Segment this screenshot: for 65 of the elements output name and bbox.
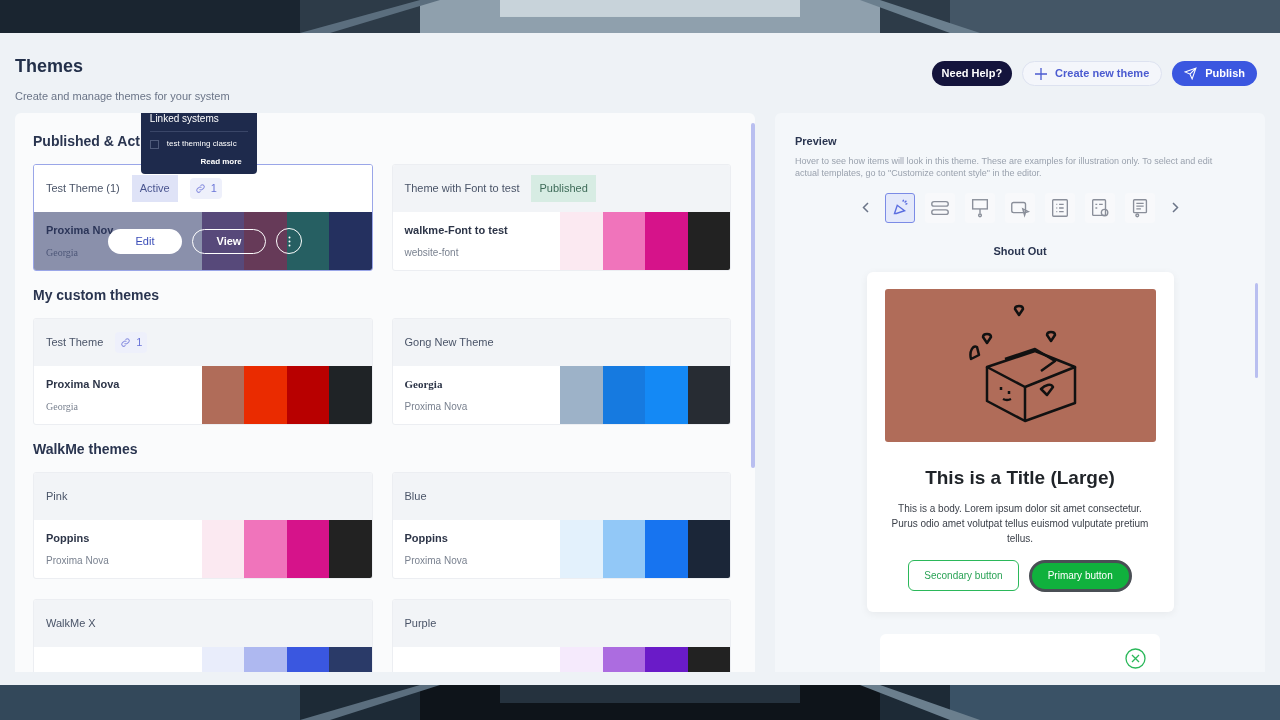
- more-icon: [287, 235, 291, 247]
- theme-name: Blue: [404, 489, 427, 505]
- theme-name: Pink: [46, 489, 68, 505]
- template-tab[interactable]: [925, 192, 955, 223]
- close-icon[interactable]: [1125, 647, 1146, 669]
- help-button[interactable]: Need Help?: [931, 61, 1013, 86]
- secondary-font-name: Proxima Nova: [404, 553, 469, 568]
- card-body: This is a body. Lorem ipsum dolor sit amet consectetur. Purus odio amet volutpat tellus euismod vulputate pretium tellus.: [890, 501, 1150, 546]
- linked-count-badge[interactable]: 1: [189, 178, 222, 199]
- primary-font-name: walkme-Font to test: [404, 223, 509, 239]
- survey-template-icon: [1049, 196, 1071, 219]
- template-tab[interactable]: [1125, 192, 1155, 223]
- secondary-font-name: Proxima Nova: [46, 553, 110, 568]
- section-title: Published & Act: [33, 132, 140, 151]
- theme-card[interactable]: Pink Poppins Proxima Nova: [33, 472, 373, 579]
- preview-description: Hover to see how items will look in this theme. These are examples for illustration only. To select and edit actual templates, go to "Customize content style" in the editor.: [795, 154, 1214, 179]
- launcher-template-icon: [969, 196, 991, 219]
- theme-name: WalkMe X: [46, 616, 96, 632]
- secondary-font-name: website-font: [404, 245, 460, 260]
- link-icon: [120, 337, 132, 348]
- theme-card[interactable]: Gong New Theme Georgia Proxima Nova: [391, 318, 731, 425]
- section-title: WalkMe themes: [33, 440, 138, 459]
- status-badge: Active: [131, 175, 178, 202]
- create-button[interactable]: Create new theme: [1022, 61, 1163, 86]
- template-tab[interactable]: [965, 192, 995, 223]
- primary-font-name: Proxima Nova: [46, 377, 121, 393]
- chevron-right-icon: [1171, 202, 1179, 213]
- theme-name: Theme with Font to test: [404, 181, 520, 197]
- theme-card[interactable]: Blue Poppins Proxima Nova: [391, 472, 731, 579]
- chevron-left-icon: [861, 202, 869, 213]
- page-title: Themes: [15, 55, 85, 78]
- checklist-template-icon: [1089, 196, 1111, 219]
- primary-font-name: Georgia: [404, 377, 444, 393]
- page-subtitle: Create and manage themes for your system: [15, 89, 230, 104]
- secondary-font-name: Georgia: [46, 399, 80, 414]
- primary-font-name: Poppins: [46, 531, 91, 547]
- linked-count-badge[interactable]: 1: [115, 332, 148, 353]
- checkbox[interactable]: [149, 139, 159, 149]
- plus-icon: [1035, 67, 1048, 80]
- template-tab[interactable]: [885, 192, 915, 223]
- theme-card[interactable]: WalkMe X: [33, 599, 373, 672]
- theme-card[interactable]: Theme with Font to test Published walkme-Font to test website-font: [391, 164, 731, 271]
- template-tab[interactable]: [1045, 192, 1075, 223]
- link-icon: [194, 183, 206, 194]
- preview-title: Preview: [795, 134, 837, 149]
- template-tab[interactable]: [1085, 192, 1115, 223]
- primary-font-name: Poppins: [404, 531, 449, 547]
- template-tab[interactable]: [1005, 192, 1035, 223]
- tooltip-title: Linked systems: [149, 113, 248, 132]
- theme-name: Test Theme: [46, 335, 104, 351]
- scrollbar-thumb[interactable]: [1255, 283, 1258, 378]
- template-name: Shout Out: [993, 243, 1047, 259]
- secondary-font-name: Proxima Nova: [404, 399, 469, 414]
- status-badge: Published: [531, 175, 596, 202]
- card-title: This is a Title (Large): [925, 466, 1115, 490]
- theme-card[interactable]: Test Theme 1 Proxima Nova Georgia: [33, 318, 373, 425]
- linked-system-name: test theming classic: [166, 138, 237, 150]
- theme-card[interactable]: Purple: [391, 599, 731, 672]
- theme-name: Purple: [404, 616, 437, 632]
- scrollbar-thumb[interactable]: [751, 123, 755, 468]
- publish-button[interactable]: Publish: [1172, 61, 1257, 86]
- theme-name: Gong New Theme: [404, 335, 494, 351]
- send-icon: [1184, 67, 1198, 80]
- theme-name: Test Theme (1): [46, 181, 120, 197]
- section-title: My custom themes: [33, 286, 160, 305]
